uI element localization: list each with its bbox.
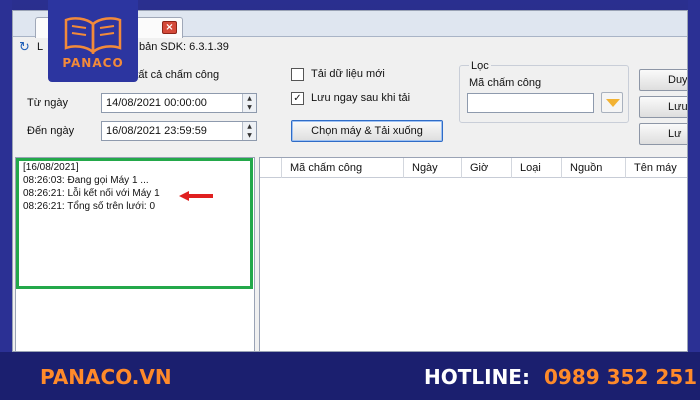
chevron-down-icon (606, 99, 620, 107)
to-date-input[interactable]: 16/08/2021 23:59:59 ▲ ▼ (101, 121, 257, 141)
grid-col-code[interactable]: Mã chấm công (282, 158, 404, 178)
logo-text: PANACO (62, 56, 124, 70)
save-button[interactable]: Lưu (639, 96, 687, 118)
grid-col-select[interactable] (260, 158, 282, 178)
tab-close-icon[interactable]: × (162, 21, 177, 34)
filter-code-input[interactable] (467, 93, 594, 113)
filter-legend: Lọc (469, 60, 491, 72)
attendance-grid[interactable]: Mã chấm công Ngày Giờ Loại Nguồn Tên máy (259, 157, 687, 351)
select-download-button[interactable]: Chọn máy & Tải xuống (291, 120, 443, 142)
grid-header: Mã chấm công Ngày Giờ Loại Nguồn Tên máy (260, 158, 687, 178)
log-line: 08:26:21: Lỗi kết nối với Máy 1 (23, 188, 160, 199)
refresh-icon[interactable]: ↻ (19, 40, 30, 55)
frame-right (688, 0, 700, 352)
red-arrow-icon (179, 191, 213, 201)
log-line: 08:26:03: Đang gọi Máy 1 ... (23, 175, 149, 186)
to-date-spinner[interactable]: ▲ ▼ (242, 122, 256, 140)
hotline-label: HOTLINE: (424, 365, 530, 389)
new-data-label: Tải dữ liệu mới (311, 68, 385, 80)
grid-col-date[interactable]: Ngày (404, 158, 462, 178)
log-line: [16/08/2021] (23, 162, 79, 173)
book-logo-icon (64, 17, 122, 54)
grid-col-source[interactable]: Nguồn (562, 158, 626, 178)
from-date-value: 14/08/2021 00:00:00 (106, 97, 207, 109)
new-data-checkbox[interactable] (291, 68, 304, 81)
grid-col-device[interactable]: Tên máy (626, 158, 687, 178)
panaco-logo: PANACO (48, 0, 138, 82)
to-date-label: Đến ngày (27, 125, 75, 137)
filter-code-label: Mã chấm công (469, 77, 542, 89)
save-after-checkbox[interactable]: ✓ (291, 92, 304, 105)
toolbar-prefix[interactable]: L (37, 41, 43, 53)
website-text: PANACO.VN (40, 365, 172, 389)
save-after-label: Lưu ngay sau khi tải (311, 92, 411, 104)
hotline-number: 0989 352 251 (544, 365, 698, 389)
frame-left (0, 0, 12, 352)
footer-bar: PANACO.VN HOTLINE: 0989 352 251 (0, 352, 700, 400)
grid-col-time[interactable]: Giờ (462, 158, 512, 178)
from-date-spinner[interactable]: ▲ ▼ (242, 94, 256, 112)
from-date-input[interactable]: 14/08/2021 00:00:00 ▲ ▼ (101, 93, 257, 113)
sdk-version: bản SDK: 6.3.1.39 (139, 41, 229, 53)
approve-button[interactable]: Duy (639, 69, 687, 91)
log-line: 08:26:21: Tổng số trên lưới: 0 (23, 201, 156, 212)
from-date-label: Từ ngày (27, 97, 68, 109)
save-as-button[interactable]: Lư (639, 123, 687, 145)
filter-dropdown-button[interactable] (601, 92, 623, 113)
grid-col-type[interactable]: Loại (512, 158, 562, 178)
to-date-value: 16/08/2021 23:59:59 (106, 125, 207, 137)
